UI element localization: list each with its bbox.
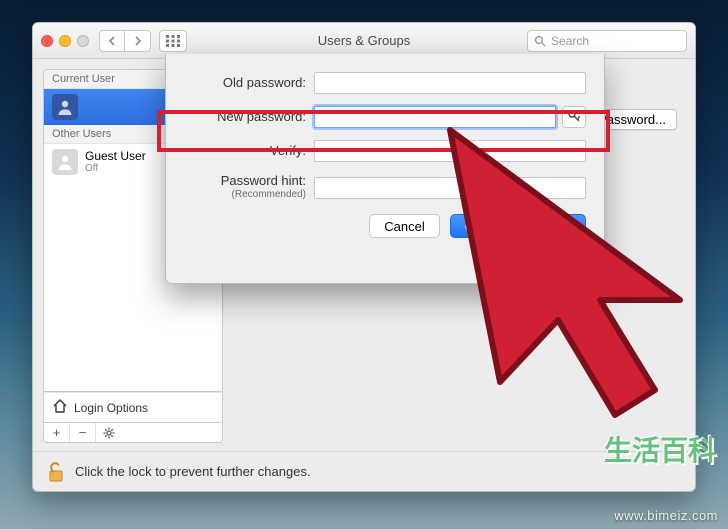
guest-status: Off [85,163,146,174]
search-icon [534,35,546,47]
new-password-label: New password: [184,110,314,124]
watermark-logo: 生活百科 [604,429,716,469]
password-assistant-button[interactable] [562,106,586,128]
gear-icon [103,427,115,439]
add-remove-segment: + − [43,423,223,443]
login-options-row[interactable]: Login Options [43,392,223,423]
verify-label: Verify: [184,144,314,158]
add-user-button[interactable]: + [44,423,70,442]
guest-name: Guest User [85,150,146,163]
watermark-url: www.bimeiz.com [614,508,718,523]
old-password-label: Old password: [184,76,314,90]
window-controls [41,35,89,47]
remove-user-button[interactable]: − [70,423,96,442]
avatar [52,94,78,120]
key-icon [568,110,580,124]
cancel-button[interactable]: Cancel [369,214,439,238]
back-button[interactable] [99,30,125,52]
login-options-label: Login Options [74,401,148,415]
search-placeholder: Search [551,34,589,48]
lock-text: Click the lock to prevent further change… [75,464,311,479]
new-password-input[interactable] [314,106,556,128]
show-all-button[interactable] [159,30,187,52]
minimize-window-button[interactable] [59,35,71,47]
action-menu-button[interactable] [96,423,122,442]
lock-icon[interactable] [47,461,65,483]
forward-button[interactable] [125,30,151,52]
search-field[interactable]: Search [527,30,687,52]
zoom-window-button[interactable] [77,35,89,47]
hint-label: Password hint: (Recommended) [184,174,314,202]
close-window-button[interactable] [41,35,53,47]
old-password-input[interactable] [314,72,586,94]
avatar-guest [52,149,78,175]
home-icon [52,399,68,416]
footer: Click the lock to prevent further change… [33,451,695,491]
hint-input[interactable] [314,177,586,199]
confirm-change-password-button[interactable]: Change Password [450,214,586,238]
change-password-sheet: Old password: New password: Verify: Pass… [165,54,605,284]
verify-input[interactable] [314,140,586,162]
back-forward-segment [99,30,151,52]
